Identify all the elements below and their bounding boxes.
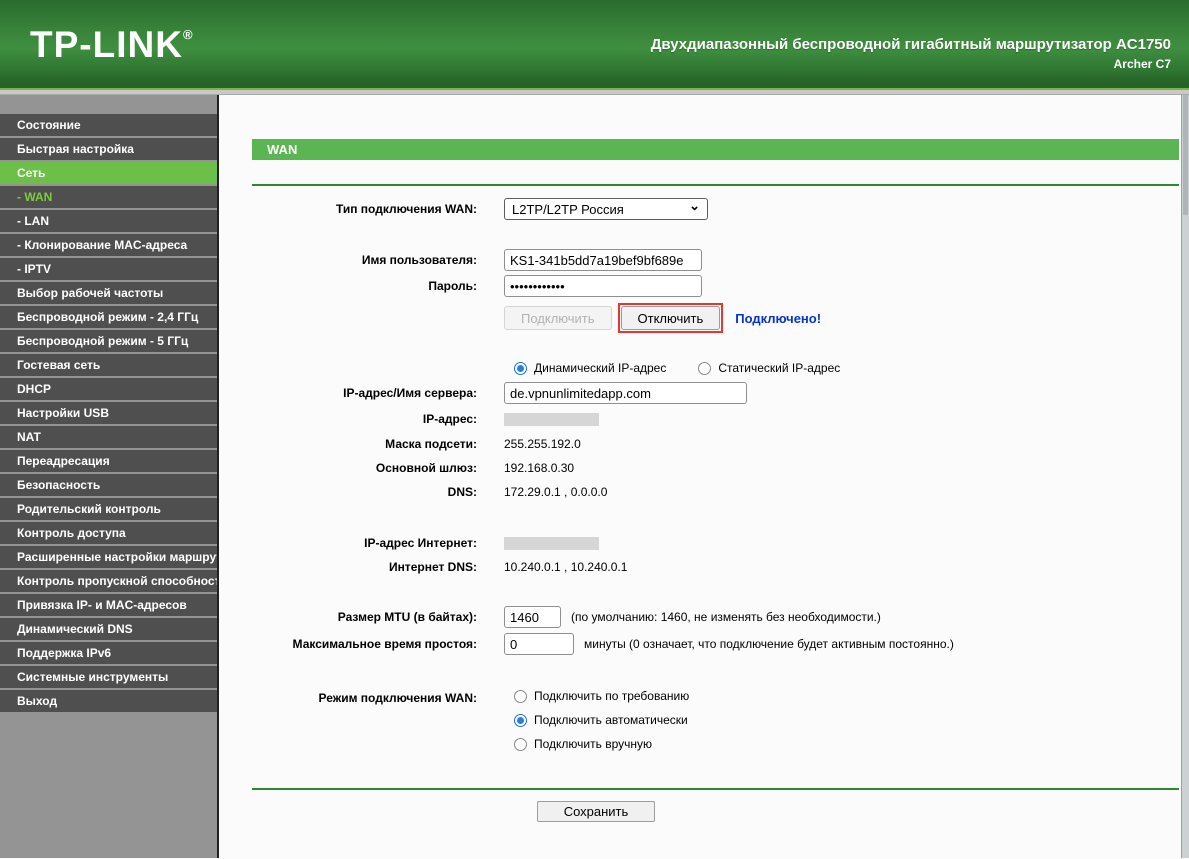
wan-mode-option[interactable]: Подключить по требованию bbox=[514, 689, 689, 703]
sidebar-item[interactable]: Быстрая настройка bbox=[0, 138, 217, 160]
server-field[interactable] bbox=[504, 382, 747, 404]
disconnect-button[interactable]: Отключить bbox=[620, 306, 721, 330]
connect-button[interactable]: Подключить bbox=[504, 306, 612, 330]
sidebar-item[interactable]: Сеть bbox=[0, 162, 217, 184]
registered-mark: ® bbox=[182, 27, 194, 42]
inet-ip-label: IP-адрес Интернет: bbox=[364, 536, 477, 550]
inet-dns-label: Интернет DNS: bbox=[388, 560, 477, 574]
sidebar-menu: Состояние Быстрая настройка Сеть - WAN - LAN… bbox=[0, 95, 219, 858]
sidebar-item[interactable]: Безопасность bbox=[0, 474, 217, 496]
sidebar-item[interactable]: Гостевая сеть bbox=[0, 354, 217, 376]
wan-type-label: Тип подключения WAN: bbox=[335, 202, 477, 216]
dns-label: DNS: bbox=[447, 485, 477, 499]
idle-field[interactable] bbox=[504, 633, 574, 655]
logo-text: TP-LINK bbox=[30, 24, 183, 65]
inet-ip-value-redacted bbox=[504, 536, 599, 550]
section-title: WAN bbox=[252, 139, 1179, 160]
header-right: Двухдиапазонный беспроводной гигабитный … bbox=[651, 36, 1171, 71]
connection-status: Подключено! bbox=[735, 310, 822, 326]
wan-mode-option[interactable]: Подключить вручную bbox=[514, 737, 689, 751]
wan-mode-radio-group: Подключить по требованию Подключить автом… bbox=[514, 689, 689, 761]
sidebar-item[interactable]: Беспроводной режим - 5 ГГц bbox=[0, 330, 217, 352]
sidebar-item[interactable]: - WAN bbox=[0, 186, 217, 208]
wan-type-value: L2TP/L2TP Россия bbox=[512, 201, 624, 217]
wan-type-select[interactable]: L2TP/L2TP Россия ⌄ bbox=[504, 198, 708, 220]
idle-note: минуты (0 означает, что подключение буде… bbox=[584, 637, 954, 651]
wan-mode-option-label: Подключить по требованию bbox=[534, 689, 690, 703]
sidebar-item[interactable]: Родительский контроль bbox=[0, 498, 217, 520]
radio-button-icon[interactable] bbox=[514, 737, 527, 751]
mtu-field[interactable] bbox=[504, 606, 561, 628]
radio-button-icon[interactable] bbox=[514, 713, 527, 727]
username-label: Имя пользователя: bbox=[361, 253, 477, 267]
sidebar-item[interactable]: Контроль пропускной способности bbox=[0, 570, 217, 592]
wan-mode-option[interactable]: Подключить автоматически bbox=[514, 713, 689, 727]
idle-label: Максимальное время простоя: bbox=[292, 637, 477, 651]
mtu-label: Размер MTU (в байтах): bbox=[337, 610, 477, 624]
dns-value: 172.29.0.1 , 0.0.0.0 bbox=[504, 485, 608, 499]
ip-mode-option-label: Статический IP-адрес bbox=[718, 361, 841, 375]
divider-top bbox=[252, 184, 1179, 186]
gateway-value: 192.168.0.30 bbox=[504, 461, 575, 475]
sidebar-item[interactable]: Настройки USB bbox=[0, 402, 217, 424]
sidebar-item[interactable]: Контроль доступа bbox=[0, 522, 217, 544]
divider-bottom bbox=[252, 788, 1179, 790]
ip-label: IP-адрес: bbox=[422, 412, 477, 426]
ip-mode-option[interactable]: Статический IP-адрес bbox=[698, 361, 840, 375]
ip-value-redacted bbox=[504, 412, 599, 426]
sidebar-item[interactable]: Поддержка IPv6 bbox=[0, 642, 217, 664]
username-field[interactable] bbox=[504, 249, 702, 271]
sidebar-item[interactable]: Привязка IP- и MAC-адресов bbox=[0, 594, 217, 616]
wan-settings-form: Тип подключения WAN: L2TP/L2TP Россия ⌄ … bbox=[219, 198, 1189, 761]
radio-button-icon[interactable] bbox=[514, 361, 527, 375]
router-model: Archer C7 bbox=[1113, 57, 1171, 71]
radio-button-icon[interactable] bbox=[514, 689, 527, 703]
sidebar-item[interactable]: Динамический DNS bbox=[0, 618, 217, 640]
mask-label: Маска подсети: bbox=[385, 437, 477, 451]
password-label: Пароль: bbox=[428, 279, 477, 293]
gateway-label: Основной шлюз: bbox=[375, 461, 477, 475]
sidebar-item[interactable]: Беспроводной режим - 2,4 ГГц bbox=[0, 306, 217, 328]
sidebar-item[interactable]: - LAN bbox=[0, 210, 217, 232]
wan-mode-option-label: Подключить вручную bbox=[534, 737, 652, 751]
sidebar-item[interactable]: - IPTV bbox=[0, 258, 217, 280]
sidebar-item[interactable]: Переадресация bbox=[0, 450, 217, 472]
inet-dns-value: 10.240.0.1 , 10.240.0.1 bbox=[504, 560, 628, 574]
wan-mode-option-label: Подключить автоматически bbox=[534, 713, 688, 727]
sidebar-item[interactable]: - Клонирование MAC-адреса bbox=[0, 234, 217, 256]
save-button[interactable]: Сохранить bbox=[537, 801, 655, 822]
mtu-note: (по умолчанию: 1460, не изменять без нео… bbox=[571, 610, 881, 624]
tp-link-logo: TP-LINK® bbox=[30, 24, 194, 66]
scrollbar[interactable] bbox=[1181, 95, 1189, 858]
sidebar-item[interactable]: Выбор рабочей частоты bbox=[0, 282, 217, 304]
red-highlight-box: Отключить bbox=[617, 303, 724, 333]
server-label: IP-адрес/Имя сервера: bbox=[343, 386, 477, 400]
password-field[interactable] bbox=[504, 275, 702, 297]
app-header: TP-LINK® Двухдиапазонный беспроводной ги… bbox=[0, 0, 1189, 90]
sidebar-item[interactable]: Расширенные настройки маршрутизации bbox=[0, 546, 217, 568]
ip-mode-option-label: Динамический IP-адрес bbox=[534, 361, 667, 375]
sidebar-item[interactable]: NAT bbox=[0, 426, 217, 448]
sidebar-item[interactable]: Системные инструменты bbox=[0, 666, 217, 688]
ip-mode-option[interactable]: Динамический IP-адрес bbox=[514, 361, 666, 375]
wan-mode-label: Режим подключения WAN: bbox=[318, 691, 477, 705]
sidebar-item[interactable]: Состояние bbox=[0, 114, 217, 136]
router-title: Двухдиапазонный беспроводной гигабитный … bbox=[650, 36, 1171, 53]
scrollbar-thumb[interactable] bbox=[1183, 95, 1188, 215]
sidebar-item[interactable]: Выход bbox=[0, 690, 217, 712]
mask-value: 255.255.192.0 bbox=[504, 437, 581, 451]
chevron-down-icon: ⌄ bbox=[689, 198, 700, 213]
main-content: WAN Тип подключения WAN: L2TP/L2TP Росси… bbox=[219, 95, 1189, 858]
radio-button-icon[interactable] bbox=[698, 361, 712, 375]
sidebar-item[interactable]: DHCP bbox=[0, 378, 217, 400]
ip-mode-radio-group: Динамический IP-адрес Статический IP-адре… bbox=[514, 361, 872, 375]
